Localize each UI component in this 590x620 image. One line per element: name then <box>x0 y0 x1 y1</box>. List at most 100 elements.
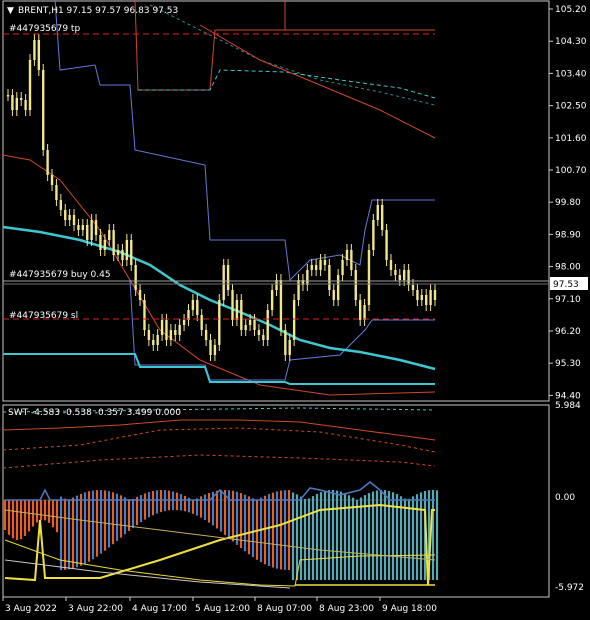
buy-order-label: #447935679 buy 0.45 <box>9 270 111 280</box>
candle-body <box>77 225 80 230</box>
indicator-tick-label: 0.00 <box>555 493 575 503</box>
price-tick-label: 103.40 <box>555 69 587 79</box>
candle-body <box>354 270 357 300</box>
candle-body <box>394 270 397 275</box>
candle-body <box>64 210 67 220</box>
candle-body <box>248 320 252 325</box>
candle-body <box>90 220 93 240</box>
candle-body <box>363 305 366 320</box>
candle-body <box>266 310 269 340</box>
candle-body <box>134 265 137 290</box>
candle-body <box>37 40 41 70</box>
candle-body <box>253 320 256 330</box>
candle-body <box>262 335 265 340</box>
candle-body <box>314 265 318 270</box>
candle-body <box>336 275 340 300</box>
candle-body <box>20 98 23 100</box>
price-tick-label: 105.20 <box>555 5 587 15</box>
indicator-header: SWT -4.583 -0.538 -0.357 3.499 0.000 <box>8 408 181 418</box>
candle-body <box>11 95 14 110</box>
candle-body <box>121 250 124 260</box>
candle-body <box>420 295 423 300</box>
price-tick-label: 98.90 <box>555 230 581 240</box>
symbol-header: BRENT,H1 97.15 97.57 96.83 97.53 <box>18 6 178 16</box>
candle-body <box>178 325 181 335</box>
candle-body <box>46 150 49 175</box>
candle-body <box>42 70 45 150</box>
candle-body <box>196 300 199 315</box>
candle-body <box>165 320 168 340</box>
candle-body <box>209 340 212 355</box>
candle-body <box>50 175 54 185</box>
candle-body <box>182 320 186 325</box>
price-tick-label: 95.30 <box>555 359 581 369</box>
candle-body <box>169 330 173 340</box>
price-tick-label: 100.70 <box>555 166 587 176</box>
indicator-tick-label: -5.972 <box>555 583 584 593</box>
trading-chart[interactable]: ▼ BRENT,H1 97.15 97.57 96.83 97.53 #4479… <box>0 0 590 620</box>
candle-body <box>6 95 10 97</box>
time-tick-label: 9 Aug 18:00 <box>382 604 437 614</box>
candle-body <box>103 240 107 250</box>
candle-body <box>323 260 327 265</box>
time-tick-label: 8 Aug 23:00 <box>319 604 374 614</box>
candle-body <box>68 215 71 220</box>
take-profit-label: #447935679 tp <box>9 24 80 34</box>
candle-body <box>213 345 217 355</box>
candle-body <box>81 225 85 230</box>
candle-body <box>389 260 393 270</box>
price-tick-label: 104.30 <box>555 37 587 47</box>
candle-body <box>231 290 234 320</box>
candle-body <box>86 225 89 240</box>
candle-body <box>240 300 243 330</box>
candle-body <box>402 270 406 280</box>
candle-body <box>226 265 230 290</box>
candle-body <box>429 290 432 305</box>
candle-body <box>257 330 261 335</box>
time-axis[interactable]: 3 Aug 2022 3 Aug 22:00 4 Aug 17:00 5 Aug 12… <box>2 597 437 614</box>
time-tick-label: 8 Aug 07:00 <box>257 604 312 614</box>
candle-body <box>112 230 115 255</box>
main-price-pane[interactable] <box>2 0 550 402</box>
candle-body <box>270 290 274 310</box>
candle-body <box>341 260 344 275</box>
indicator-axis[interactable]: 5.984 0.00 -5.972 <box>555 401 584 593</box>
price-tick-label: 96.20 <box>555 327 581 337</box>
candle-body <box>200 315 203 330</box>
candle-body <box>147 330 151 340</box>
candle-body <box>297 280 300 300</box>
candle-body <box>143 300 146 330</box>
candle-body <box>367 250 371 305</box>
candle-body <box>24 100 27 110</box>
price-tick-label: 98.00 <box>555 263 581 273</box>
price-tick-label: 99.80 <box>555 198 581 208</box>
candle-body <box>345 250 349 260</box>
candle-body <box>156 335 159 345</box>
candle-body <box>385 230 388 260</box>
current-price-text: 97.53 <box>553 280 579 290</box>
price-axis[interactable]: 105.20 104.30 103.40 102.50 101.60 100.70 99.8… <box>549 5 587 401</box>
candle-body <box>174 330 177 335</box>
candle-body <box>279 280 283 330</box>
candle-body <box>332 290 335 300</box>
time-tick-label: 4 Aug 17:00 <box>132 604 187 614</box>
candle-body <box>398 275 401 280</box>
time-tick-label: 3 Aug 2022 <box>5 604 57 614</box>
candle-body <box>152 340 155 345</box>
collapse-triangle-icon[interactable]: ▼ <box>7 6 14 16</box>
candle-body <box>433 290 437 300</box>
candle-body <box>99 235 102 250</box>
candle-body <box>416 290 419 300</box>
candle-body <box>292 300 296 340</box>
candle-body <box>244 325 247 330</box>
price-tick-label: 97.10 <box>555 295 581 305</box>
candle-body <box>160 320 164 335</box>
price-tick-label: 94.40 <box>555 391 581 401</box>
candle-body <box>191 300 195 310</box>
candle-body <box>328 265 331 290</box>
candle-body <box>380 205 384 230</box>
candle-body <box>376 205 379 220</box>
candle-body <box>424 295 428 305</box>
price-tick-label: 101.60 <box>555 134 587 144</box>
candle-body <box>108 230 111 240</box>
